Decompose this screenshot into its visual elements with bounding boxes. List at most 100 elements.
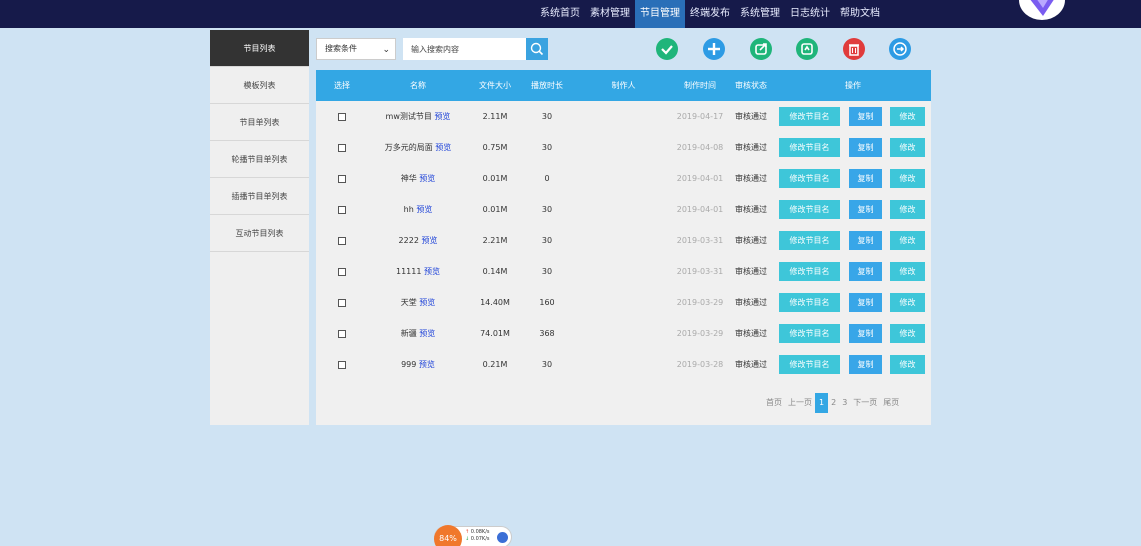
play-duration: 30	[541, 205, 553, 214]
copy-button[interactable]: 复制	[849, 138, 882, 157]
sidebar-item[interactable]: 互动节目列表	[210, 215, 309, 252]
review-status: 审核通过	[735, 236, 767, 245]
row-checkbox[interactable]	[338, 206, 346, 214]
widget-stats: ↑ 0.08K/s ↓ 0.07K/s	[465, 529, 490, 543]
copy-button[interactable]: 复制	[849, 200, 882, 219]
pagination-last[interactable]: 尾页	[880, 393, 902, 413]
top-nav-item[interactable]: 系统管理	[735, 0, 785, 28]
pagination-next[interactable]: 下一页	[850, 393, 880, 413]
edit-button[interactable]: 修改	[890, 355, 925, 374]
play-duration: 30	[541, 267, 553, 276]
top-nav-item[interactable]: 终端发布	[685, 0, 735, 28]
rename-program-button[interactable]: 修改节目名	[779, 169, 840, 188]
pagination-first[interactable]: 首页	[763, 393, 785, 413]
edit-button[interactable]: 修改	[890, 107, 925, 126]
sidebar-item[interactable]: 轮播节目单列表	[210, 141, 309, 178]
pagination-page[interactable]: 2	[828, 393, 839, 413]
row-checkbox[interactable]	[338, 361, 346, 369]
pagination-page[interactable]: 1	[815, 393, 829, 413]
file-size: 0.21M	[482, 360, 508, 369]
add-icon[interactable]	[703, 38, 725, 60]
created-date: 2019-03-31	[676, 236, 724, 245]
program-name-cell: 2222 预览	[368, 225, 468, 256]
program-list-panel: 选择 名称 文件大小 播放时长 制作人 制作时间 审核状态 操作 mw测试节目 预览 2.11M…	[316, 70, 931, 425]
copy-button[interactable]: 复制	[849, 107, 882, 126]
column-header: 审核状态	[735, 81, 767, 90]
rename-program-button[interactable]: 修改节目名	[779, 262, 840, 281]
table-header: 选择 名称 文件大小 播放时长 制作人 制作时间 审核状态 操作	[316, 70, 931, 101]
pagination: 首页 上一页 1 2 3 下一页 尾页	[763, 393, 902, 413]
preview-link[interactable]: 预览	[434, 112, 450, 121]
upload-speed: 0.08K/s	[470, 529, 490, 535]
program-name: 11111	[396, 267, 422, 276]
column-header: 文件大小	[479, 81, 511, 90]
rename-program-button[interactable]: 修改节目名	[779, 107, 840, 126]
search-input[interactable]	[403, 38, 526, 60]
search-button[interactable]	[526, 38, 548, 60]
sidebar-item[interactable]: 模板列表	[210, 67, 309, 104]
top-nav-item[interactable]: 系统首页	[535, 0, 585, 28]
row-checkbox[interactable]	[338, 299, 346, 307]
program-name: 新疆	[400, 329, 417, 338]
search-condition-select[interactable]: 搜索条件 ⌄	[316, 38, 396, 60]
share-icon[interactable]	[750, 38, 772, 60]
copy-button[interactable]: 复制	[849, 262, 882, 281]
approve-icon[interactable]	[656, 38, 678, 60]
sidebar: 节目列表 模板列表 节目单列表 轮播节目单列表 插播节目单列表 互动节目列表	[210, 30, 309, 425]
copy-button[interactable]: 复制	[849, 231, 882, 250]
row-checkbox[interactable]	[338, 113, 346, 121]
preview-link[interactable]: 预览	[421, 236, 437, 245]
copy-button[interactable]: 复制	[849, 324, 882, 343]
copy-button[interactable]: 复制	[849, 355, 882, 374]
top-nav-item[interactable]: 日志统计	[785, 0, 835, 28]
program-name: hh	[403, 205, 414, 214]
pagination-page[interactable]: 3	[839, 393, 850, 413]
preview-link[interactable]: 预览	[419, 174, 435, 183]
preview-link[interactable]: 预览	[419, 360, 435, 369]
row-checkbox[interactable]	[338, 237, 346, 245]
row-checkbox[interactable]	[338, 268, 346, 276]
table-row: 万多元的局面 预览 0.75M 30 2019-04-08 审核通过 修改节目名 复制 修改	[316, 132, 931, 163]
created-date: 2019-03-28	[676, 360, 724, 369]
program-name: 999	[401, 360, 417, 369]
rename-program-button[interactable]: 修改节目名	[779, 200, 840, 219]
preview-link[interactable]: 预览	[416, 205, 432, 214]
top-nav-item[interactable]: 素材管理	[585, 0, 635, 28]
preview-link[interactable]: 预览	[435, 143, 451, 152]
preview-link[interactable]: 预览	[424, 267, 440, 276]
edit-button[interactable]: 修改	[890, 324, 925, 343]
row-checkbox[interactable]	[338, 144, 346, 152]
rename-program-button[interactable]: 修改节目名	[779, 355, 840, 374]
edit-button[interactable]: 修改	[890, 231, 925, 250]
preview-link[interactable]: 预览	[419, 298, 435, 307]
top-nav-item[interactable]: 帮助文档	[835, 0, 885, 28]
sidebar-item[interactable]: 节目单列表	[210, 104, 309, 141]
row-checkbox[interactable]	[338, 330, 346, 338]
sidebar-item[interactable]: 插播节目单列表	[210, 178, 309, 215]
network-speed-widget[interactable]: 84% ↑ 0.08K/s ↓ 0.07K/s	[434, 525, 512, 546]
rename-program-button[interactable]: 修改节目名	[779, 138, 840, 157]
edit-button[interactable]: 修改	[890, 262, 925, 281]
refresh-icon[interactable]	[796, 38, 818, 60]
column-header: 制作人	[611, 81, 636, 90]
copy-button[interactable]: 复制	[849, 293, 882, 312]
created-date: 2019-03-29	[676, 298, 724, 307]
rename-program-button[interactable]: 修改节目名	[779, 231, 840, 250]
top-nav-item[interactable]: 节目管理	[635, 0, 685, 28]
edit-button[interactable]: 修改	[890, 200, 925, 219]
export-icon[interactable]	[889, 38, 911, 60]
preview-link[interactable]: 预览	[419, 329, 435, 338]
sidebar-item[interactable]: 节目列表	[210, 30, 309, 67]
edit-button[interactable]: 修改	[890, 293, 925, 312]
rename-program-button[interactable]: 修改节目名	[779, 293, 840, 312]
row-checkbox[interactable]	[338, 175, 346, 183]
rename-program-button[interactable]: 修改节目名	[779, 324, 840, 343]
logo	[1019, 0, 1065, 20]
pagination-prev[interactable]: 上一页	[785, 393, 815, 413]
edit-button[interactable]: 修改	[890, 169, 925, 188]
review-status: 审核通过	[735, 205, 767, 214]
delete-icon[interactable]	[843, 38, 865, 60]
program-name-cell: 11111 预览	[368, 256, 468, 287]
edit-button[interactable]: 修改	[890, 138, 925, 157]
copy-button[interactable]: 复制	[849, 169, 882, 188]
